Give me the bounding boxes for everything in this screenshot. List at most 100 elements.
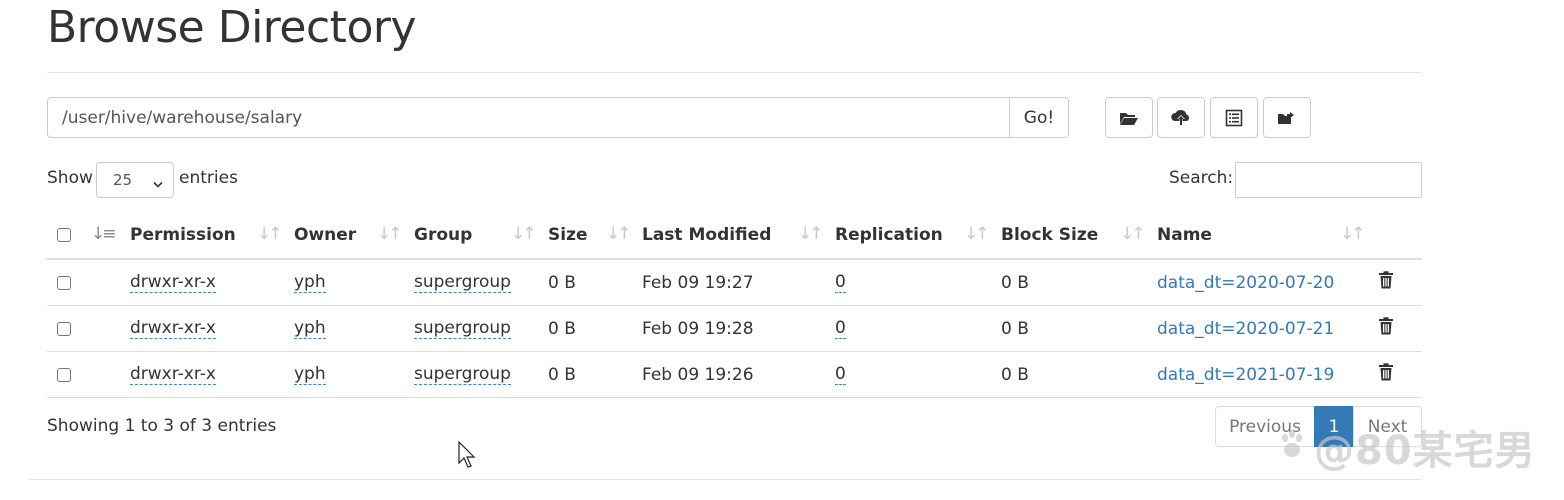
block-size-cell: 0 B xyxy=(1001,364,1029,385)
block-size-cell: 0 B xyxy=(1001,318,1029,339)
owner-cell: yph xyxy=(294,260,326,305)
search-input[interactable] xyxy=(1235,162,1422,198)
chevron-down-icon xyxy=(153,175,163,193)
name-cell: data_dt=2020-07-21 xyxy=(1157,306,1334,351)
paw-logo-icon xyxy=(1276,428,1310,467)
delete-button[interactable] xyxy=(1378,260,1394,305)
move-files-button[interactable] xyxy=(1263,97,1311,138)
permission-value[interactable]: drwxr-xr-x xyxy=(130,318,216,339)
row-checkbox[interactable] xyxy=(57,275,71,290)
column-header-owner[interactable]: Owner xyxy=(294,212,356,258)
path-input[interactable] xyxy=(47,97,1010,138)
folder-move-icon xyxy=(1277,110,1297,126)
entries-label: entries xyxy=(179,168,238,188)
trash-icon xyxy=(1378,363,1394,386)
group-cell: supergroup xyxy=(414,306,511,351)
sort-active-icon[interactable]: ↓≡ xyxy=(91,224,116,244)
row-checkbox-cell xyxy=(57,260,71,305)
upload-files-button[interactable] xyxy=(1157,97,1205,138)
size-cell: 0 B xyxy=(548,272,576,293)
last-modified-cell: Feb 09 19:26 xyxy=(642,364,754,385)
row-checkbox[interactable] xyxy=(57,367,71,382)
directory-link[interactable]: data_dt=2021-07-19 xyxy=(1157,365,1334,385)
trash-icon xyxy=(1378,271,1394,294)
title-divider xyxy=(47,72,1422,73)
sort-icon[interactable]: ↓↑ xyxy=(1340,224,1365,244)
replication-value[interactable]: 0 xyxy=(835,318,846,339)
permission-cell: drwxr-xr-x xyxy=(130,260,216,305)
go-button[interactable]: Go! xyxy=(1009,97,1069,138)
sort-icon[interactable]: ↓↑ xyxy=(511,224,536,244)
replication-value[interactable]: 0 xyxy=(835,364,846,385)
directory-link[interactable]: data_dt=2020-07-21 xyxy=(1157,319,1334,339)
permission-cell: drwxr-xr-x xyxy=(130,306,216,351)
explorer-list-button[interactable] xyxy=(1210,97,1258,138)
column-header-name[interactable]: Name xyxy=(1157,212,1212,258)
column-header-group[interactable]: Group xyxy=(414,212,472,258)
delete-button[interactable] xyxy=(1378,352,1394,397)
select-all-cell xyxy=(57,212,71,258)
watermark-text: @80某宅男 xyxy=(1314,428,1536,474)
replication-cell: 0 xyxy=(835,260,846,305)
replication-cell: 0 xyxy=(835,352,846,397)
group-value[interactable]: supergroup xyxy=(414,364,511,385)
permission-cell: drwxr-xr-x xyxy=(130,352,216,397)
delete-button[interactable] xyxy=(1378,306,1394,351)
permission-value[interactable]: drwxr-xr-x xyxy=(130,364,216,385)
select-all-checkbox[interactable] xyxy=(57,228,71,242)
owner-cell: yph xyxy=(294,306,326,351)
footer-divider xyxy=(28,479,1422,480)
row-checkbox-cell xyxy=(57,352,71,397)
sort-icon[interactable]: ↓↑ xyxy=(1120,224,1145,244)
sort-icon[interactable]: ↓↑ xyxy=(798,224,823,244)
show-label: Show xyxy=(47,168,93,188)
size-cell: 0 B xyxy=(548,364,576,385)
owner-value[interactable]: yph xyxy=(294,272,326,293)
last-modified-cell: Feb 09 19:27 xyxy=(642,272,754,293)
permission-value[interactable]: drwxr-xr-x xyxy=(130,272,216,293)
replication-cell: 0 xyxy=(835,306,846,351)
directory-link[interactable]: data_dt=2020-07-20 xyxy=(1157,273,1334,293)
size-cell: 0 B xyxy=(548,318,576,339)
group-cell: supergroup xyxy=(414,260,511,305)
owner-cell: yph xyxy=(294,352,326,397)
table-info: Showing 1 to 3 of 3 entries xyxy=(47,416,277,436)
list-alt-icon xyxy=(1225,109,1243,127)
owner-value[interactable]: yph xyxy=(294,364,326,385)
sort-icon[interactable]: ↓↑ xyxy=(377,224,402,244)
name-cell: data_dt=2021-07-19 xyxy=(1157,352,1334,397)
group-cell: supergroup xyxy=(414,352,511,397)
group-value[interactable]: supergroup xyxy=(414,318,511,339)
cloud-upload-icon xyxy=(1170,109,1192,127)
create-directory-button[interactable] xyxy=(1105,97,1153,138)
table-row: drwxr-xr-x yph supergroup 0 B Feb 09 19:… xyxy=(47,260,1422,306)
column-header-last-modified[interactable]: Last Modified xyxy=(642,212,771,258)
table-row: drwxr-xr-x yph supergroup 0 B Feb 09 19:… xyxy=(47,306,1422,352)
replication-value[interactable]: 0 xyxy=(835,272,846,293)
sort-icon[interactable]: ↓↑ xyxy=(606,224,631,244)
last-modified-cell: Feb 09 19:28 xyxy=(642,318,754,339)
search-label: Search: xyxy=(1169,168,1234,188)
group-value[interactable]: supergroup xyxy=(414,272,511,293)
table-header: ↓≡ Permission ↓↑ Owner ↓↑ Group ↓↑ Size … xyxy=(47,212,1422,260)
owner-value[interactable]: yph xyxy=(294,318,326,339)
sort-icon[interactable]: ↓↑ xyxy=(964,224,989,244)
row-checkbox-cell xyxy=(57,306,71,351)
folder-open-icon xyxy=(1119,110,1139,126)
watermark: @80某宅男 xyxy=(1276,418,1536,476)
trash-icon xyxy=(1378,317,1394,340)
page-length-value: 25 xyxy=(113,171,133,189)
name-cell: data_dt=2020-07-20 xyxy=(1157,260,1334,305)
page-title: Browse Directory xyxy=(47,2,417,53)
block-size-cell: 0 B xyxy=(1001,272,1029,293)
column-header-block-size[interactable]: Block Size xyxy=(1001,212,1098,258)
sort-icon[interactable]: ↓↑ xyxy=(257,224,282,244)
column-header-permission[interactable]: Permission xyxy=(130,212,236,258)
page-length-select[interactable]: 25 xyxy=(96,162,174,198)
column-header-replication[interactable]: Replication xyxy=(835,212,943,258)
mouse-cursor-icon xyxy=(458,440,476,474)
file-table: ↓≡ Permission ↓↑ Owner ↓↑ Group ↓↑ Size … xyxy=(47,212,1422,398)
table-row: drwxr-xr-x yph supergroup 0 B Feb 09 19:… xyxy=(47,352,1422,398)
column-header-size[interactable]: Size xyxy=(548,212,588,258)
row-checkbox[interactable] xyxy=(57,321,71,336)
